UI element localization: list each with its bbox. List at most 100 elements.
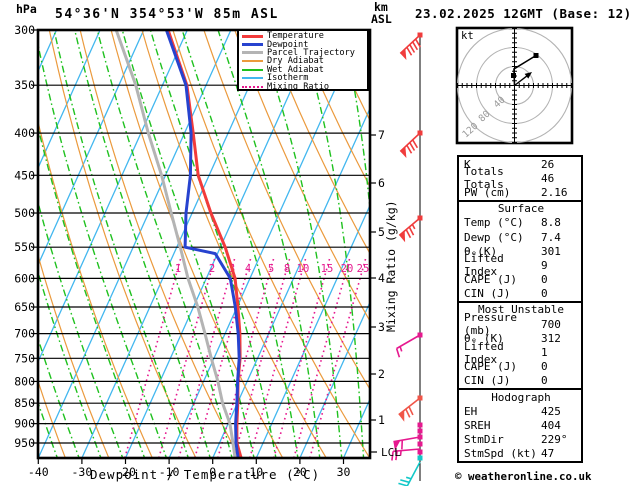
table-row-value: 46 xyxy=(541,171,555,185)
table-row-value: 7.4 xyxy=(541,230,561,244)
indices-table-section: Most Unstable Pressure (mb) 700 θₑ (K) 312 Li… xyxy=(457,300,583,390)
table-row-value: 8.8 xyxy=(541,216,561,230)
wind-level-marker xyxy=(417,449,423,455)
isotherm-line xyxy=(38,30,232,458)
wind-level-marker xyxy=(417,441,423,447)
copyright-footer: © weatheronline.co.uk xyxy=(455,470,592,483)
pressure-tick-label: 450 xyxy=(14,168,35,182)
isotherm-line xyxy=(168,30,363,458)
mixing-ratio-value-label: 15 xyxy=(321,263,334,275)
table-row: CAPE (J) 0 xyxy=(459,360,581,374)
mixing-ratio-value-label: 25 xyxy=(357,263,370,275)
chart-legend: Temperature Dewpoint Parcel Trajectory Dry … xyxy=(237,29,369,92)
pressure-tick-label: 800 xyxy=(14,374,35,388)
pressure-tick-label: 950 xyxy=(14,436,35,450)
mixing-ratio-value-label: 2 xyxy=(209,263,215,275)
table-row-value: 2.16 xyxy=(541,185,568,199)
skewt-sounding-page: 1 2 3 4 5 8 10 15 20 25 300 350 400 450 500 550 600 650 70… xyxy=(0,0,629,486)
table-row-label: CAPE (J) xyxy=(464,273,517,287)
plot-border xyxy=(36,28,372,460)
table-row: Dewp (°C) 7.4 xyxy=(459,230,581,244)
station-title: 54°36'N 354°53'W 85m ASL xyxy=(55,7,279,22)
legend-swatch-thick xyxy=(242,34,263,38)
table-row-value: 0 xyxy=(541,374,548,388)
table-row-label: Dewp (°C) xyxy=(464,230,524,244)
wind-level-marker xyxy=(417,422,423,428)
table-row: Lifted Index 9 xyxy=(459,252,581,278)
table-row-value: 0 xyxy=(541,360,548,374)
table-row: Pressure (mb) 700 xyxy=(459,311,581,337)
table-row: Totals Totals 46 xyxy=(459,165,581,191)
legend-label: Mixing Ratio xyxy=(267,81,330,92)
wind-barb xyxy=(398,461,421,486)
table-row-label: Temp (°C) xyxy=(464,216,524,230)
pressure-tick-label: 700 xyxy=(14,327,35,341)
x-axis-label: Dewpoint / Temperature (°C) xyxy=(90,467,321,482)
dry-adiabat-line xyxy=(602,24,629,460)
hodograph-unit-label: kt xyxy=(461,30,474,42)
lcl-label: LCL xyxy=(381,446,401,459)
altitude-unit-asl: ASL xyxy=(371,12,392,26)
wet-adiabat-line xyxy=(38,41,168,458)
table-row-label: SREH xyxy=(464,418,491,432)
wind-level-marker xyxy=(417,428,423,434)
table-row: Lifted Index 1 xyxy=(459,340,581,366)
wind-level-marker xyxy=(417,455,423,461)
table-row-value: 47 xyxy=(541,447,555,461)
dry-adiabat-line xyxy=(79,30,240,458)
table-row-value: 301 xyxy=(541,244,561,258)
hodograph-point xyxy=(533,53,539,58)
indices-table-section: Surface Temp (°C) 8.8 Dewp (°C) 7.4 θₑ(K) 301 L… xyxy=(457,199,583,303)
wind-barb xyxy=(395,334,421,358)
pressure-tick-label: 400 xyxy=(14,126,35,140)
table-row-label: StmDir xyxy=(464,433,504,447)
mixing-ratio-value-label: 1 xyxy=(175,263,181,275)
legend-swatch-thick xyxy=(242,51,263,55)
table-row-label: CAPE (J) xyxy=(464,360,517,374)
table-section-header: Hodograph xyxy=(491,390,551,404)
table-row-value: 312 xyxy=(541,331,561,345)
table-row: CAPE (J) 0 xyxy=(459,273,581,287)
pressure-tick-label: 350 xyxy=(14,78,35,92)
table-row-value: 0 xyxy=(541,273,548,287)
table-row: StmDir 229° xyxy=(459,433,581,447)
isotherm-line xyxy=(0,30,13,458)
legend-item: Mixing Ratio xyxy=(242,81,367,92)
wind-barb xyxy=(398,397,421,422)
table-row: EH 425 xyxy=(459,404,581,418)
indices-tables: K 26 Totals Totals 46 PW (cm) 2.16 Surface Temp… xyxy=(457,155,583,463)
wind-barb xyxy=(399,132,421,158)
mixing-ratio-value-label: 20 xyxy=(341,263,354,275)
table-row-label: PW (cm) xyxy=(464,185,511,199)
pressure-tick-label: 500 xyxy=(14,206,35,220)
table-row-value: 26 xyxy=(541,157,555,171)
km-tick-label: 2 xyxy=(378,367,385,381)
table-row-label: CIN (J) xyxy=(464,287,511,301)
table-row-value: 425 xyxy=(541,404,561,418)
legend-swatch-thin xyxy=(242,68,263,71)
mixing-ratio-axis-label: Mixing Ratio (g/kg) xyxy=(384,200,398,332)
pressure-tick-label: 550 xyxy=(14,240,35,254)
table-row: CIN (J) 0 xyxy=(459,374,581,388)
table-row-label: CIN (J) xyxy=(464,374,511,388)
pressure-tick-label: 900 xyxy=(14,417,35,431)
wind-barb xyxy=(399,34,421,60)
legend-swatch-dotted xyxy=(242,85,263,88)
mixing-ratio-value-label: 4 xyxy=(245,263,251,275)
temp-tick-label: 30 xyxy=(337,465,351,479)
table-row-value: 700 xyxy=(541,317,561,331)
pressure-tick-label: 650 xyxy=(14,300,35,314)
pressure-tick-label: 300 xyxy=(14,23,35,37)
mixing-ratio-value-label: 5 xyxy=(268,263,274,275)
table-row-label: EH xyxy=(464,404,478,418)
table-row-value: 0 xyxy=(541,287,548,301)
table-row-value: 229° xyxy=(541,433,568,447)
table-row-value: 1 xyxy=(541,346,548,360)
mixing-ratio-value-label: 8 xyxy=(284,263,290,275)
datetime-label: 23.02.2025 12GMT (Base: 12) xyxy=(415,6,629,21)
mixing-ratio-value-label: 10 xyxy=(297,263,310,275)
isotherm-line xyxy=(212,106,370,458)
wet-adiabat-line xyxy=(74,30,211,458)
table-row: CIN (J) 0 xyxy=(459,287,581,301)
table-row-value: 9 xyxy=(541,258,548,272)
